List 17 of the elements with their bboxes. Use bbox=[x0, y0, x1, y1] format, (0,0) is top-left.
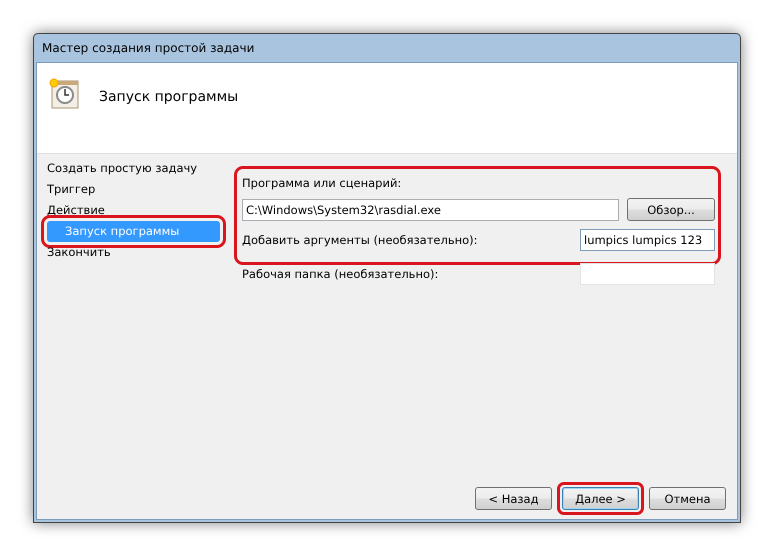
wizard-step[interactable]: Действие bbox=[45, 200, 220, 221]
page-title: Запуск программы bbox=[99, 89, 238, 105]
working-folder-field[interactable] bbox=[580, 263, 715, 285]
field-label: Рабочая папка (необязательно): bbox=[242, 266, 438, 283]
wizard-step[interactable]: Закончить bbox=[45, 242, 220, 263]
dialog-button[interactable]: Далее > bbox=[562, 487, 639, 510]
wizard-step[interactable]: Создать простую задачу bbox=[45, 158, 220, 179]
program-field[interactable]: C:\Windows\System32\rasdial.exe bbox=[242, 198, 619, 220]
dialog-button[interactable]: Отмена bbox=[649, 487, 726, 510]
arguments-field[interactable]: lumpics lumpics 123 bbox=[580, 229, 715, 251]
dialog-button[interactable]: < Назад bbox=[475, 487, 552, 510]
field-label: Добавить аргументы (необязательно): bbox=[242, 232, 478, 249]
wizard-step[interactable]: Триггер bbox=[45, 179, 220, 200]
field-label: Программа или сценарий: bbox=[242, 175, 402, 192]
browse-button[interactable]: Обзор... bbox=[627, 198, 715, 221]
window-title: Мастер создания простой задачи bbox=[41, 40, 256, 57]
clock-calendar-icon bbox=[47, 77, 79, 109]
